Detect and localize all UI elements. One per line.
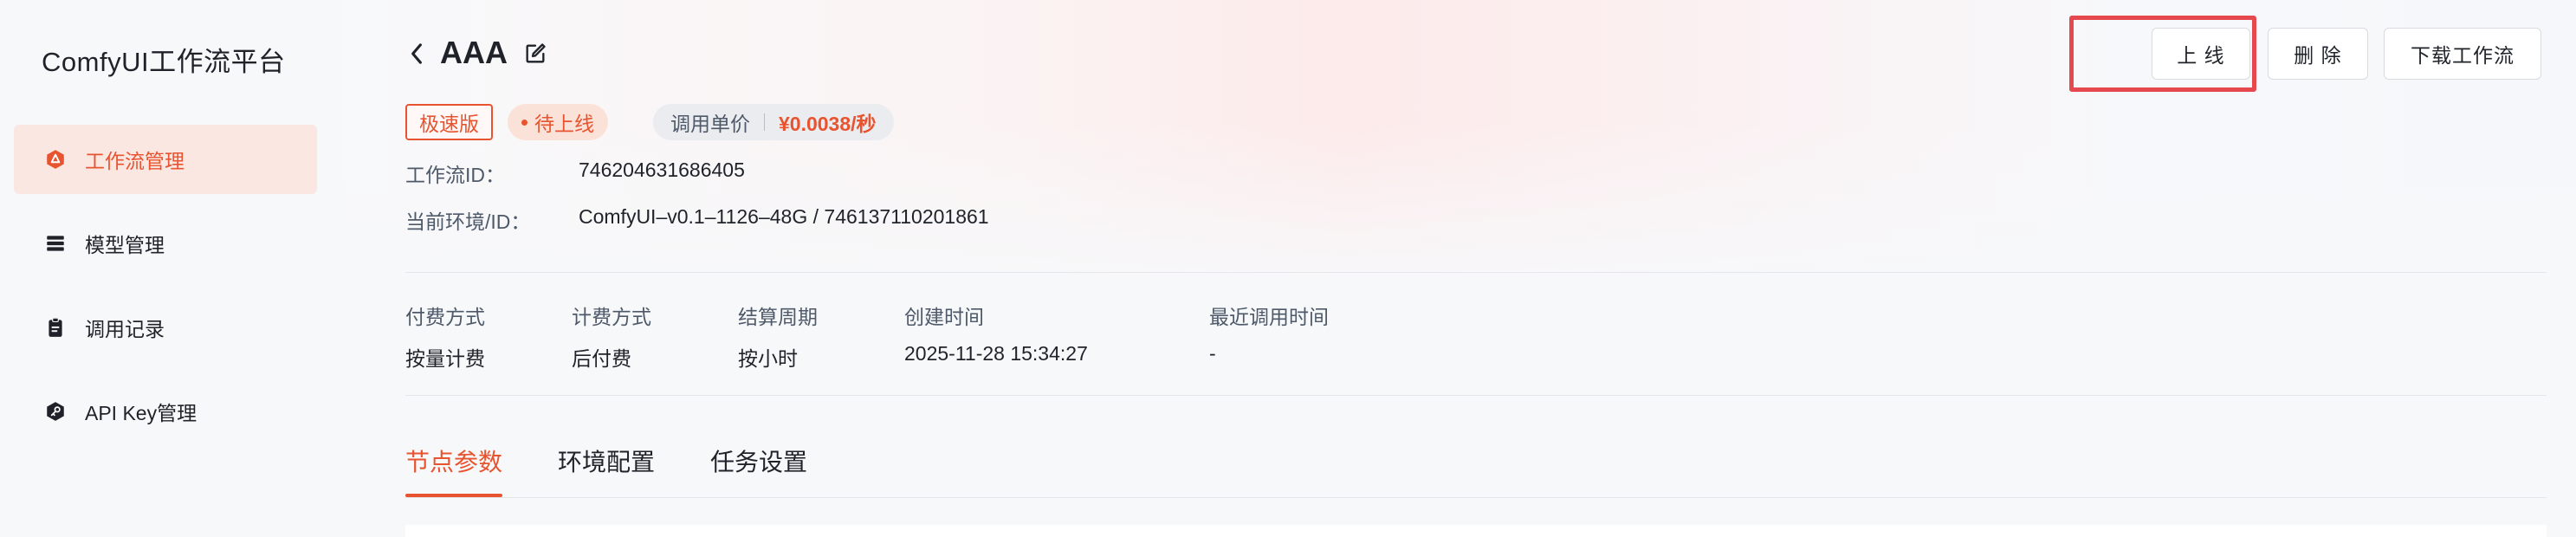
workflow-id-label: 工作流ID： — [405, 164, 505, 186]
workflow-id-value: 746204631686405 — [579, 159, 745, 181]
tab-content-panel — [405, 525, 2547, 537]
env-label: 当前环境/ID： — [405, 210, 531, 233]
meta-value-created: 2025-11-28 15:34:27 — [904, 342, 1088, 365]
sidebar-item-label: 工作流管理 — [85, 150, 184, 172]
sidebar-item-models[interactable]: 模型管理 — [14, 209, 317, 278]
price-label: 调用单价 — [670, 113, 750, 135]
workflow-icon — [43, 147, 68, 171]
divider — [405, 272, 2547, 273]
price-pill: 调用单价 ¥0.0038/秒 — [653, 104, 894, 140]
env-value: ComfyUI–v0.1–1126–48G / 746137110201861 — [579, 205, 989, 228]
sidebar: ComfyUI工作流平台 工作流管理 模型管理 调用记录 API Key管理 — [0, 0, 343, 537]
tab-node-params[interactable]: 节点参数 — [405, 443, 502, 478]
meta-label-payment: 付费方式 — [405, 306, 485, 328]
meta-label-billing: 计费方式 — [572, 306, 651, 328]
meta-label-last-call: 最近调用时间 — [1209, 306, 1329, 328]
tab-task-settings[interactable]: 任务设置 — [710, 443, 807, 478]
clipboard-icon — [43, 315, 68, 340]
divider — [405, 395, 2547, 396]
sidebar-item-label: 调用记录 — [85, 318, 165, 340]
key-badge-icon — [43, 399, 68, 424]
price-value: ¥0.0038/秒 — [779, 113, 877, 135]
meta-value-cycle: 按小时 — [738, 347, 798, 370]
tab-env-config[interactable]: 环境配置 — [558, 443, 655, 478]
sidebar-item-records[interactable]: 调用记录 — [14, 293, 317, 362]
divider — [405, 497, 2547, 498]
highlight-box — [2069, 16, 2256, 92]
meta-value-payment: 按量计费 — [405, 347, 485, 370]
delete-button[interactable]: 删 除 — [2268, 28, 2368, 80]
status-dot — [521, 119, 527, 126]
meta-value-last-call: - — [1209, 342, 1216, 365]
sidebar-item-workflow[interactable]: 工作流管理 — [14, 125, 317, 194]
edit-icon[interactable] — [523, 42, 549, 68]
meta-label-created: 创建时间 — [904, 306, 984, 328]
divider — [764, 113, 765, 131]
status-badge: 待上线 — [508, 104, 608, 140]
chevron-left-icon[interactable] — [404, 38, 430, 69]
sidebar-item-label: 模型管理 — [85, 234, 165, 256]
sidebar-item-apikey[interactable]: API Key管理 — [14, 377, 317, 446]
meta-label-cycle: 结算周期 — [738, 306, 818, 328]
sidebar-item-label: API Key管理 — [85, 402, 197, 424]
app-title: ComfyUI工作流平台 — [42, 47, 286, 77]
download-workflow-button[interactable]: 下载工作流 — [2384, 28, 2541, 80]
model-stack-icon — [43, 231, 68, 256]
main-content: AAA 极速版 待上线 调用单价 ¥0.0038/秒 工作流ID： 746204… — [343, 0, 2576, 537]
edition-badge: 极速版 — [405, 104, 493, 140]
status-text: 待上线 — [534, 113, 594, 135]
meta-value-billing: 后付费 — [572, 347, 631, 370]
page-title: AAA — [440, 35, 508, 70]
